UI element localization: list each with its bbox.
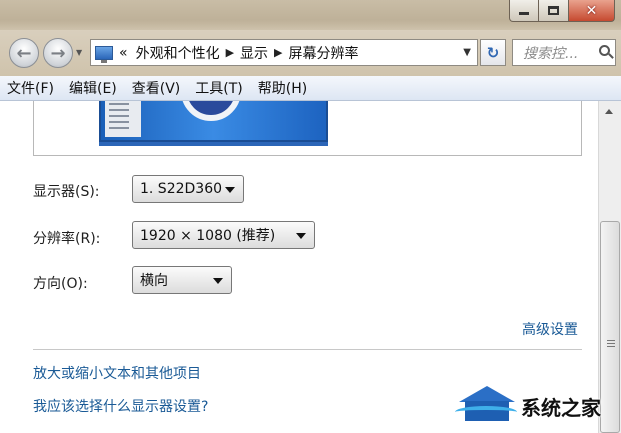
menu-help[interactable]: 帮助(H): [258, 78, 307, 98]
advanced-settings-link[interactable]: 高级设置: [522, 319, 578, 339]
refresh-icon: ↻: [486, 43, 500, 62]
display-select[interactable]: 1. S22D360: [132, 175, 244, 203]
back-arrow-icon: ←: [16, 42, 32, 64]
orientation-select[interactable]: 横向: [132, 266, 232, 294]
breadcrumb-overflow[interactable]: «: [119, 45, 128, 61]
forward-button[interactable]: →: [43, 38, 73, 68]
section-divider: [33, 349, 582, 350]
monitor-stand-graphic: [99, 142, 328, 146]
recent-pages-dropdown[interactable]: ▼: [76, 48, 82, 57]
house-logo-icon: [455, 386, 517, 422]
close-button[interactable]: ✕: [569, 0, 615, 22]
forward-arrow-icon: →: [50, 42, 66, 64]
window-controls: ✕: [509, 0, 615, 22]
search-icon[interactable]: [599, 45, 610, 56]
orientation-select-value: 横向: [140, 273, 168, 289]
address-dropdown-icon[interactable]: ▼: [463, 47, 471, 58]
back-button[interactable]: ←: [9, 38, 39, 68]
maximize-icon: [548, 6, 559, 15]
address-bar[interactable]: « 外观和个性化 ▶ 显示 ▶ 屏幕分辨率 ▼: [90, 39, 478, 66]
refresh-button[interactable]: ↻: [480, 39, 506, 66]
watermark-text: 系统之家: [521, 396, 601, 420]
text-size-link[interactable]: 放大或缩小文本和其他项目: [33, 363, 201, 383]
search-placeholder: 搜索控...: [523, 45, 579, 62]
search-input[interactable]: 搜索控...: [512, 39, 616, 66]
breadcrumb-display[interactable]: 显示: [240, 43, 268, 63]
chevron-down-icon: [213, 278, 223, 284]
display-settings-help-link[interactable]: 我应该选择什么显示器设置?: [33, 396, 208, 416]
control-panel-icon: [95, 45, 113, 63]
menu-edit[interactable]: 编辑(E): [69, 78, 117, 98]
scroll-up-icon[interactable]: [605, 109, 613, 114]
minimize-button[interactable]: [509, 0, 539, 22]
maximize-button[interactable]: [539, 0, 569, 22]
minimize-icon: [519, 12, 529, 15]
menu-file[interactable]: 文件(F): [7, 78, 54, 98]
menu-bar: 文件(F) 编辑(E) 查看(V) 工具(T) 帮助(H): [0, 76, 621, 101]
grip-icon: [607, 346, 615, 347]
resolution-select[interactable]: 1920 × 1080 (推荐): [132, 221, 315, 249]
navigation-bar: ← → ▼ « 外观和个性化 ▶ 显示 ▶ 屏幕分辨率 ▼ ↻ 搜索控...: [0, 30, 621, 76]
resolution-select-value: 1920 × 1080 (推荐): [140, 228, 276, 244]
breadcrumb-screen-resolution[interactable]: 屏幕分辨率: [289, 43, 359, 63]
breadcrumb-separator-icon[interactable]: ▶: [274, 46, 282, 59]
display-select-value: 1. S22D360: [140, 181, 223, 197]
grip-icon: [607, 343, 615, 344]
orientation-label: 方向(O):: [33, 276, 88, 292]
watermark: 系统之家: [455, 378, 621, 433]
monitor-preview-icon[interactable]: [99, 101, 328, 142]
resolution-label: 分辨率(R):: [33, 231, 101, 247]
chevron-down-icon: [225, 187, 235, 193]
monitor-logo-graphic: [181, 101, 241, 121]
monitor-taskbar-graphic: [105, 101, 141, 137]
display-label: 显示器(S):: [33, 184, 100, 200]
chevron-down-icon: [296, 233, 306, 239]
grip-icon: [607, 340, 615, 341]
breadcrumb-appearance[interactable]: 外观和个性化: [136, 43, 220, 63]
menu-tools[interactable]: 工具(T): [195, 78, 242, 98]
close-icon: ✕: [585, 2, 598, 19]
breadcrumb-separator-icon[interactable]: ▶: [226, 46, 234, 59]
title-bar: ✕: [0, 0, 621, 30]
menu-view[interactable]: 查看(V): [132, 78, 181, 98]
